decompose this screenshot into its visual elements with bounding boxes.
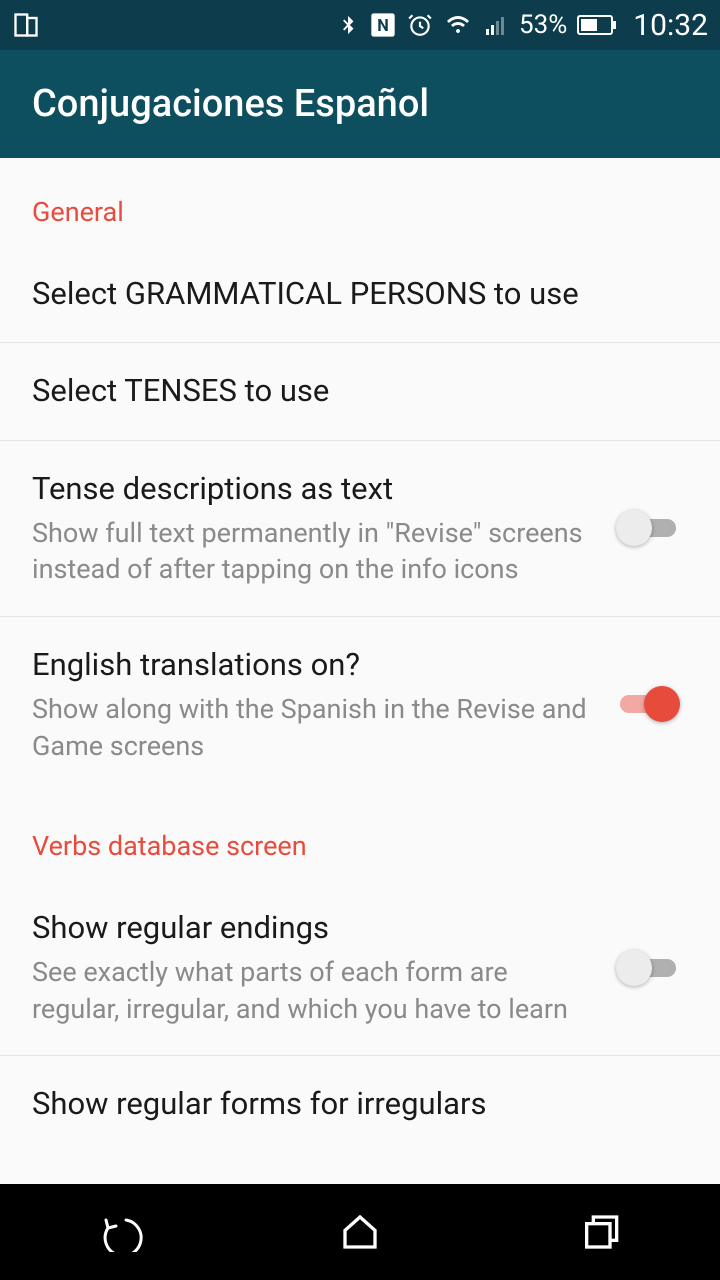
battery-percent: 53% — [519, 10, 567, 40]
svg-text:N: N — [377, 16, 389, 35]
row-title: English translations on? — [32, 645, 588, 685]
app-bar: Conjugaciones Español — [0, 50, 720, 158]
row-title: Tense descriptions as text — [32, 469, 588, 509]
row-english-translations[interactable]: English translations on? Show along with… — [0, 617, 720, 792]
row-title: Show regular endings — [32, 908, 588, 948]
section-header-general: General — [0, 158, 720, 246]
back-button[interactable] — [60, 1202, 180, 1262]
row-title: Show regular forms for irregulars — [32, 1084, 668, 1124]
nfc-icon: N — [369, 11, 397, 39]
row-title: Select TENSES to use — [32, 371, 668, 411]
wifi-icon — [443, 13, 473, 37]
alarm-icon — [407, 12, 433, 38]
toggle-tense-descriptions[interactable] — [616, 508, 680, 548]
section-header-verbs: Verbs database screen — [0, 792, 720, 880]
row-subtitle: Show along with the Spanish in the Revis… — [32, 691, 588, 764]
toggle-english-translations[interactable] — [616, 684, 680, 724]
home-button[interactable] — [300, 1202, 420, 1262]
multi-window-icon — [12, 11, 40, 39]
toggle-show-regular-endings[interactable] — [616, 948, 680, 988]
battery-icon — [577, 14, 617, 36]
row-tense-descriptions[interactable]: Tense descriptions as text Show full tex… — [0, 441, 720, 617]
row-grammatical-persons[interactable]: Select GRAMMATICAL PERSONS to use — [0, 246, 720, 343]
app-title: Conjugaciones Español — [32, 82, 429, 126]
settings-list: General Select GRAMMATICAL PERSONS to us… — [0, 158, 720, 1184]
row-subtitle: See exactly what parts of each form are … — [32, 954, 588, 1027]
row-show-regular-forms-irregulars[interactable]: Show regular forms for irregulars — [0, 1056, 720, 1134]
row-show-regular-endings[interactable]: Show regular endings See exactly what pa… — [0, 880, 720, 1056]
signal-icon — [483, 13, 509, 37]
recent-apps-button[interactable] — [540, 1202, 660, 1262]
bluetooth-icon — [337, 11, 359, 39]
navigation-bar — [0, 1184, 720, 1280]
row-tenses[interactable]: Select TENSES to use — [0, 343, 720, 440]
row-subtitle: Show full text permanently in "Revise" s… — [32, 515, 588, 588]
clock-text: 10:32 — [633, 8, 708, 43]
row-title: Select GRAMMATICAL PERSONS to use — [32, 274, 668, 314]
status-bar: N 53% 10:32 — [0, 0, 720, 50]
